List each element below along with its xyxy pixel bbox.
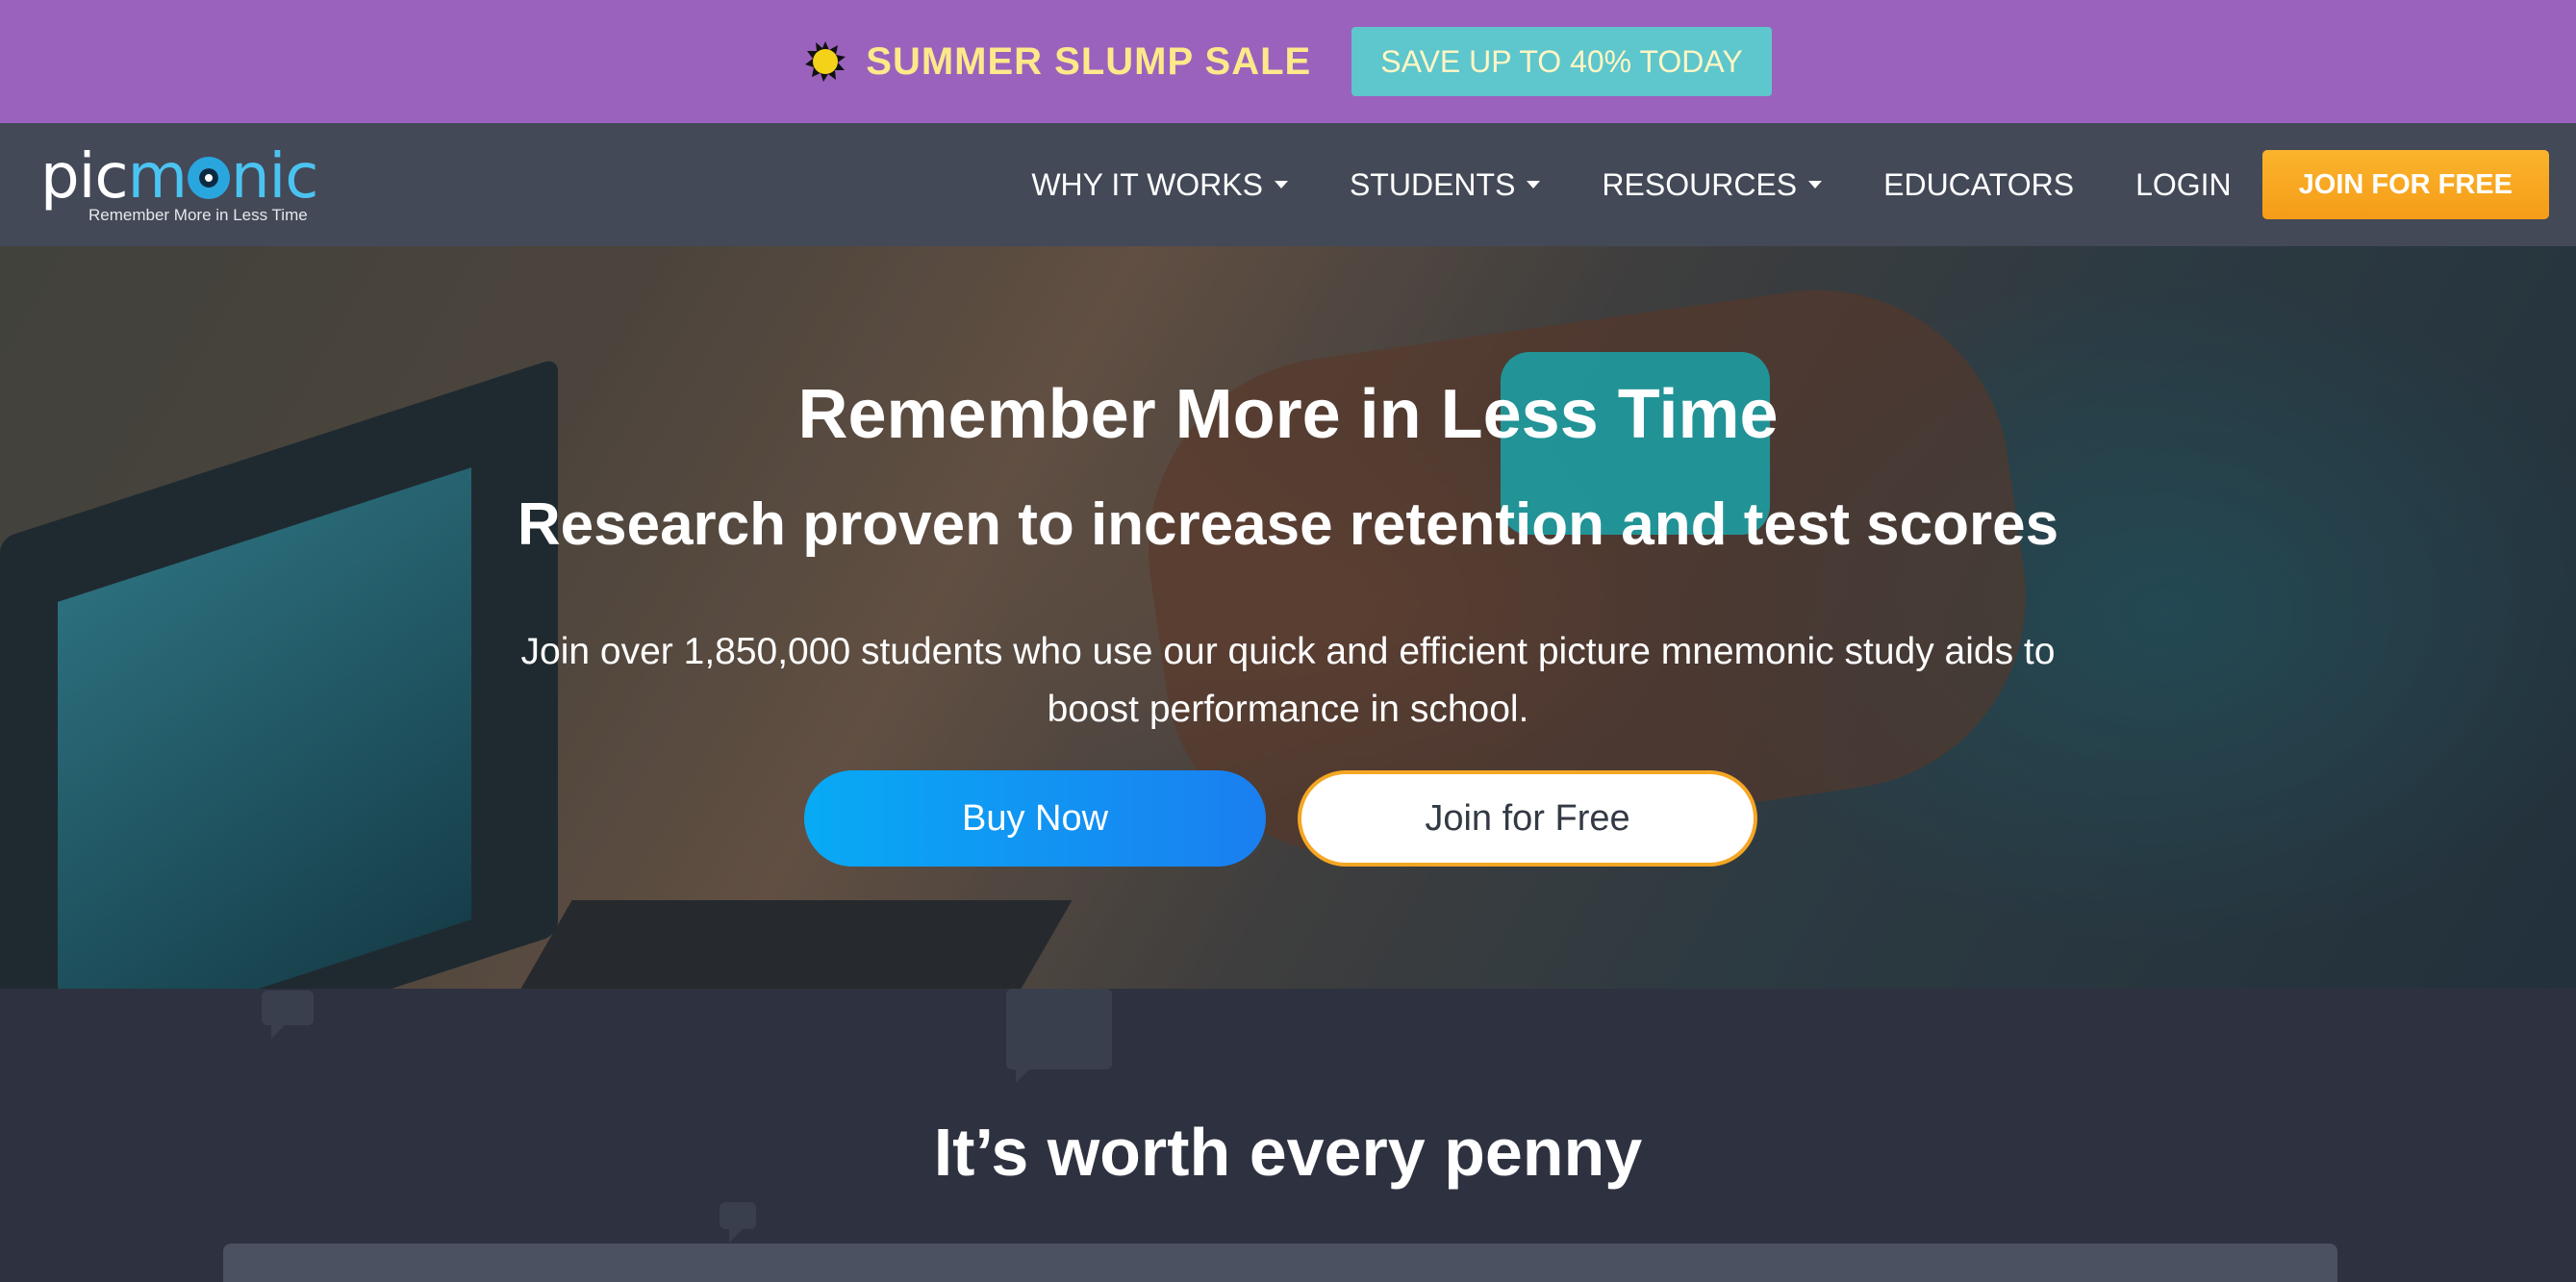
nav-login[interactable]: LOGIN [2135, 167, 2232, 203]
nav-students[interactable]: STUDENTS [1349, 166, 1541, 203]
picmonic-logo[interactable]: picm nic Remember More in Less Time [40, 141, 329, 224]
logo-wordmark: picm nic [40, 141, 318, 213]
chat-bubble-icon [720, 1202, 756, 1243]
nav-menu: WHY IT WORKS STUDENTS RESOURCES EDUCATOR… [970, 150, 2549, 219]
chat-bubble-icon [1006, 989, 1112, 1083]
eye-icon [187, 157, 230, 199]
hero-subtitle: Research proven to increase retention an… [517, 491, 2059, 558]
chevron-down-icon [1527, 181, 1541, 189]
pricing-card [223, 1244, 2337, 1282]
section-heading: It’s worth every penny [933, 1115, 1643, 1190]
sun-burst-icon [805, 41, 846, 82]
chevron-down-icon [1274, 181, 1288, 189]
main-navbar: picm nic Remember More in Less Time WHY I… [0, 123, 2576, 246]
hero-description: Join over 1,850,000 students who use our… [520, 631, 2056, 730]
join-for-free-button[interactable]: Join for Free [1298, 770, 1757, 867]
logo-tagline: Remember More in Less Time [88, 206, 308, 224]
nav-why-it-works-label: WHY IT WORKS [1031, 166, 1263, 202]
nav-educators[interactable]: EDUCATORS [1883, 167, 2074, 203]
buy-now-button[interactable]: Buy Now [804, 770, 1266, 867]
join-for-free-nav-button[interactable]: JOIN FOR FREE [2261, 150, 2549, 219]
chevron-down-icon [1808, 181, 1823, 189]
nav-resources[interactable]: RESOURCES [1602, 166, 1823, 203]
chat-bubble-icon [262, 991, 314, 1039]
promo-banner: SUMMER SLUMP SALE SAVE UP TO 40% TODAY [0, 0, 2576, 123]
hero-section: Remember More in Less Time Research prov… [0, 246, 2576, 989]
nav-students-label: STUDENTS [1349, 166, 1516, 202]
hero-title: Remember More in Less Time [797, 376, 1779, 453]
sale-text: SUMMER SLUMP SALE [866, 39, 1312, 83]
nav-why-it-works[interactable]: WHY IT WORKS [1031, 167, 1288, 203]
save-up-to-40-button[interactable]: SAVE UP TO 40% TODAY [1351, 27, 1772, 96]
nav-resources-label: RESOURCES [1602, 166, 1798, 202]
pricing-section: It’s worth every penny [0, 989, 2576, 1282]
hero-content: Remember More in Less Time Research prov… [0, 246, 2576, 989]
